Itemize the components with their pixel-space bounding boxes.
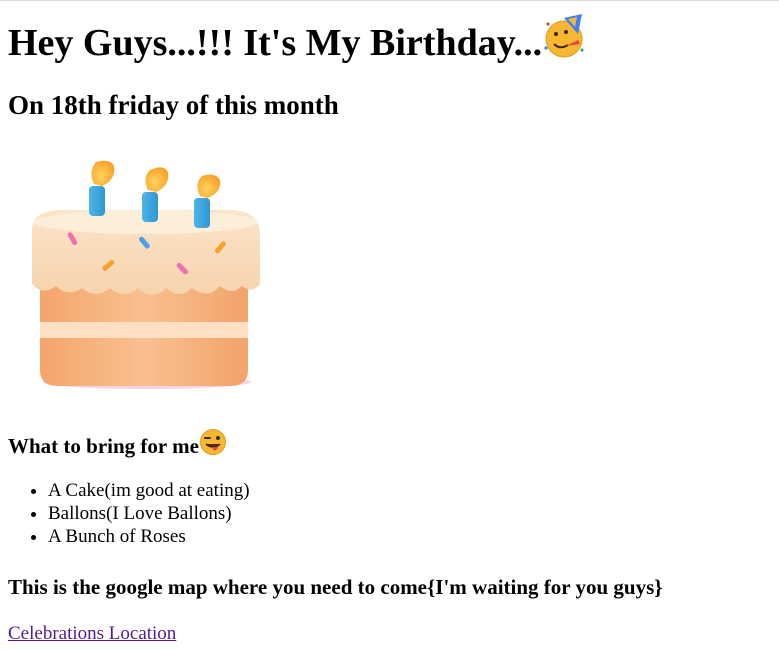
birthday-cake-image: [22, 158, 267, 390]
partying-face-icon: [542, 14, 588, 71]
top-border: [0, 0, 779, 1]
birthday-cake-icon: [32, 160, 260, 389]
main-heading-text: Hey Guys...!!! It's My Birthday...: [8, 21, 543, 64]
list-item: A Bunch of Roses: [48, 525, 250, 548]
map-heading: This is the google map where you need to…: [8, 575, 663, 599]
bring-heading-text: What to bring for me: [8, 433, 199, 458]
bring-heading: What to bring for me: [8, 428, 227, 463]
date-heading: On 18th friday of this month: [8, 90, 339, 120]
list-item: A Cake(im good at eating): [48, 479, 250, 502]
list-item: Ballons(I Love Ballons): [48, 502, 250, 525]
main-heading: Hey Guys...!!! It's My Birthday...: [8, 14, 588, 71]
winking-tongue-face-icon: [199, 428, 227, 463]
celebrations-location-link[interactable]: Celebrations Location: [8, 622, 176, 645]
bring-list: A Cake(im good at eating) Ballons(I Love…: [48, 479, 250, 548]
